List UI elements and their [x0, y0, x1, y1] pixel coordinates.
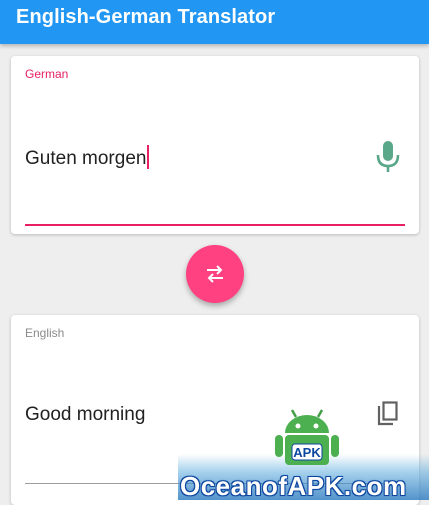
text-caret — [147, 145, 150, 169]
source-text-value: Guten morgen — [25, 148, 147, 169]
app-bar: English-German Translator — [0, 0, 429, 44]
target-card: English Good morning — [11, 315, 419, 505]
source-card: German Guten morgen — [11, 56, 419, 234]
source-text-input[interactable]: Guten morgen — [25, 145, 150, 170]
target-output-underline — [25, 483, 405, 484]
copy-icon[interactable] — [376, 401, 400, 427]
target-text-output: Good morning — [25, 404, 146, 425]
source-input-underline — [25, 224, 405, 226]
swap-arrows-icon — [207, 265, 223, 283]
source-language-label: German — [25, 67, 69, 81]
target-language-label: English — [25, 326, 65, 340]
microphone-icon[interactable] — [375, 140, 401, 174]
swap-languages-button[interactable] — [186, 245, 244, 303]
app-title: English-German Translator — [16, 6, 276, 28]
